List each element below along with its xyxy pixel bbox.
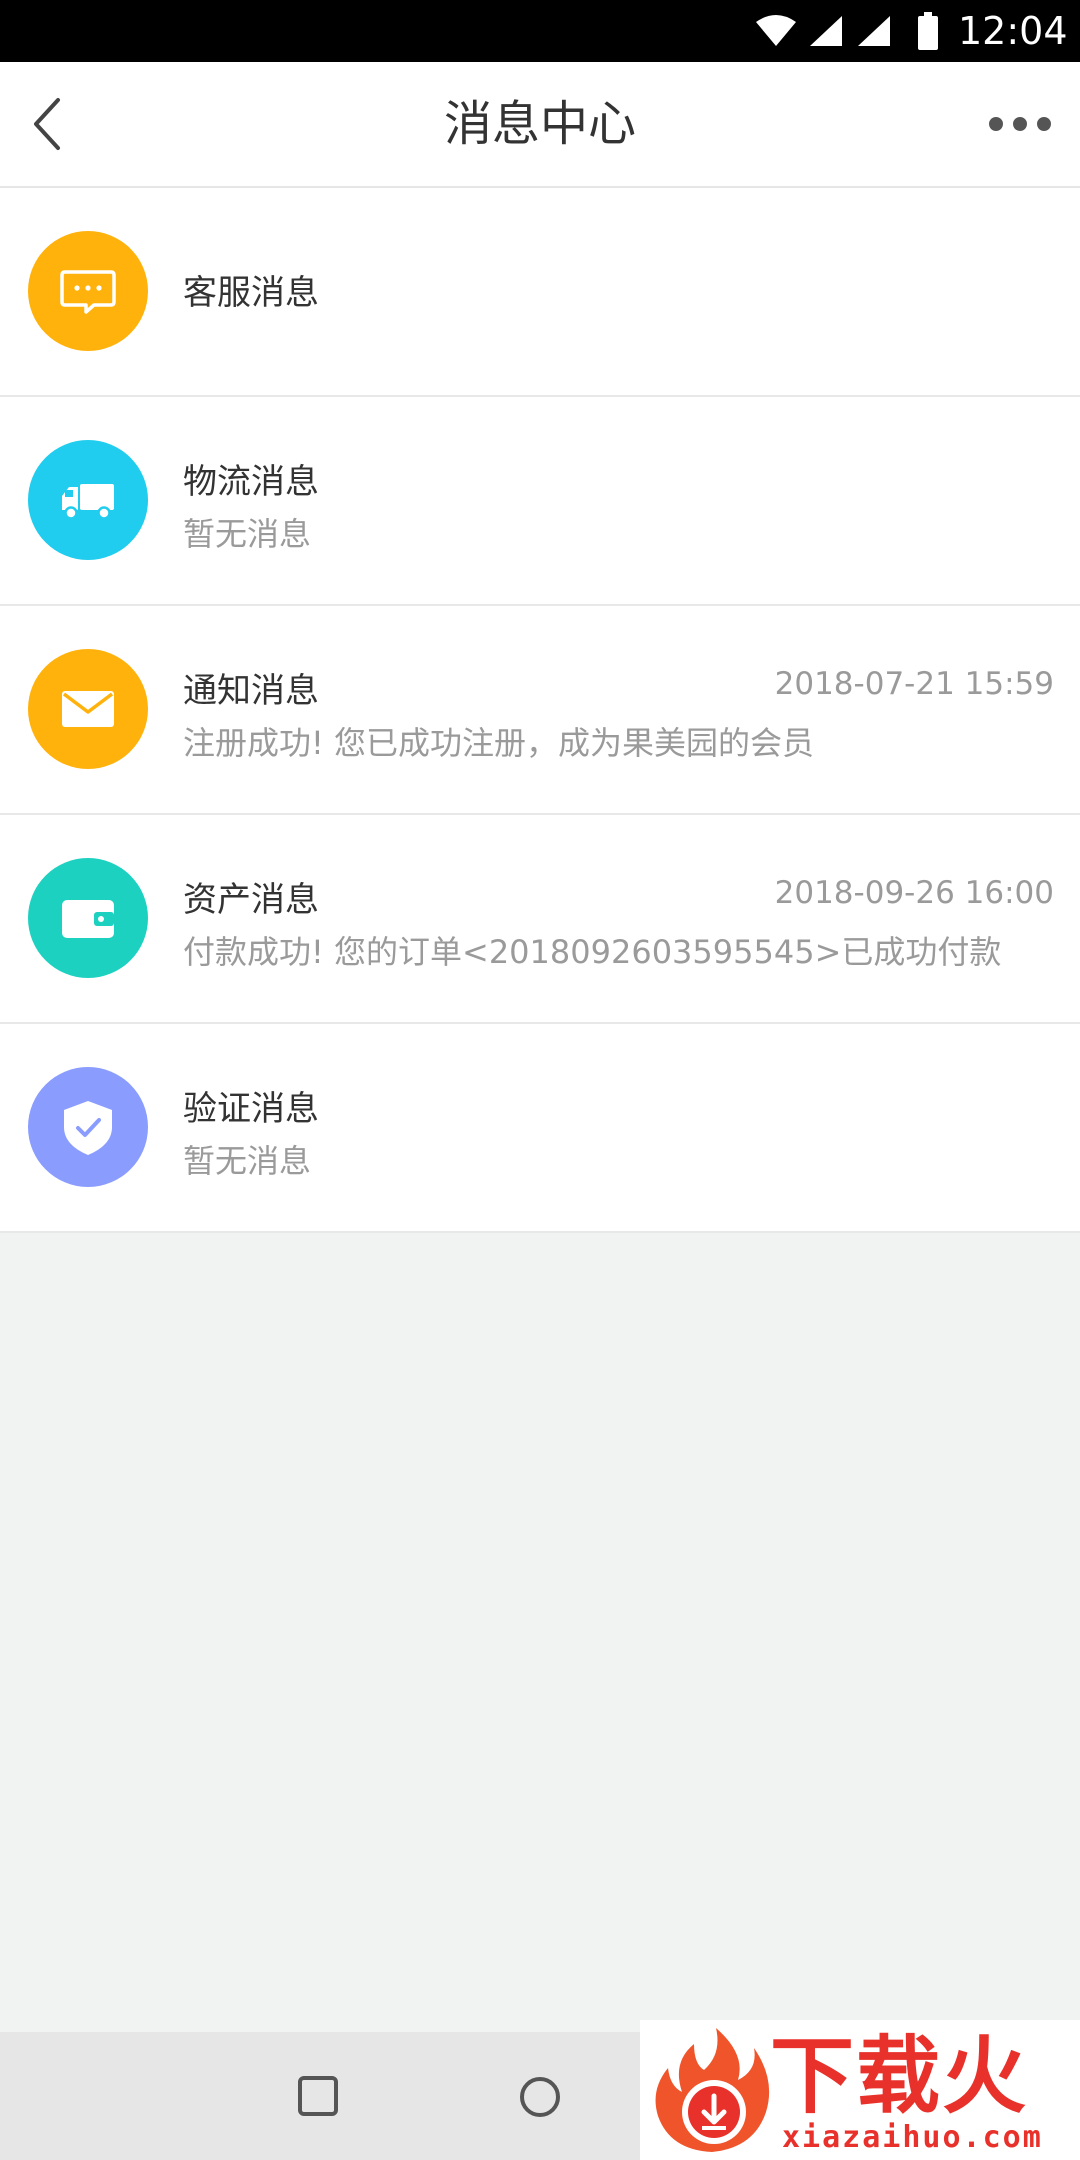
signal-icon (810, 16, 842, 46)
home-button[interactable] (517, 2074, 563, 2120)
message-item-notification[interactable]: 通知消息 2018-07-21 15:59 注册成功! 您已成功注册，成为果美园… (0, 606, 1080, 815)
verification-avatar (28, 1067, 148, 1187)
flame-logo-icon (655, 2028, 770, 2152)
message-timestamp: 2018-09-26 16:00 (774, 875, 1054, 911)
wallet-icon (62, 900, 114, 938)
status-time: 12:04 (958, 9, 1068, 53)
shield-check-icon (64, 1101, 112, 1155)
wifi-icon (756, 15, 796, 46)
battery-icon (918, 12, 938, 50)
watermark: 下载火 xiazaihuo.com (640, 2020, 1080, 2160)
more-button[interactable] (986, 102, 1054, 146)
message-title: 验证消息 (183, 1089, 319, 1129)
watermark-name: 下载火 (770, 2027, 1029, 2125)
message-preview: 暂无消息 (183, 515, 312, 553)
message-title: 通知消息 (183, 671, 319, 711)
logistics-avatar (28, 440, 148, 560)
message-item-logistics[interactable]: 物流消息 暂无消息 (0, 397, 1080, 606)
message-item-assets[interactable]: 资产消息 2018-09-26 16:00 付款成功! 您的订单<2018092… (0, 815, 1080, 1024)
truck-icon (62, 484, 114, 520)
message-title: 客服消息 (183, 273, 319, 313)
message-title: 资产消息 (183, 880, 319, 920)
message-item-verification[interactable]: 验证消息 暂无消息 (0, 1024, 1080, 1233)
customer-service-avatar (28, 231, 148, 351)
message-title: 物流消息 (183, 462, 319, 502)
recents-button[interactable] (296, 2074, 340, 2118)
message-preview: 暂无消息 (183, 1142, 312, 1180)
message-item-customer-service[interactable]: 客服消息 (0, 188, 1080, 397)
message-timestamp: 2018-07-21 15:59 (774, 666, 1054, 702)
notification-avatar (28, 649, 148, 769)
status-bar: 12:04 (0, 0, 1080, 62)
header: 消息中心 (0, 62, 1080, 188)
signal-icon (858, 16, 890, 46)
message-list: 客服消息 物流消息 暂无消息 通知消息 2018-07-21 15:59 注册成… (0, 188, 1080, 1233)
message-preview: 付款成功! 您的订单<2018092603595545>已成功付款 (183, 933, 1002, 971)
envelope-icon (62, 691, 114, 727)
page-title: 消息中心 (443, 96, 636, 152)
message-preview: 注册成功! 您已成功注册，成为果美园的会员 (183, 724, 815, 762)
watermark-url: xiazaihuo.com (782, 2120, 1043, 2155)
chat-bubble-icon (60, 270, 116, 314)
assets-avatar (28, 858, 148, 978)
